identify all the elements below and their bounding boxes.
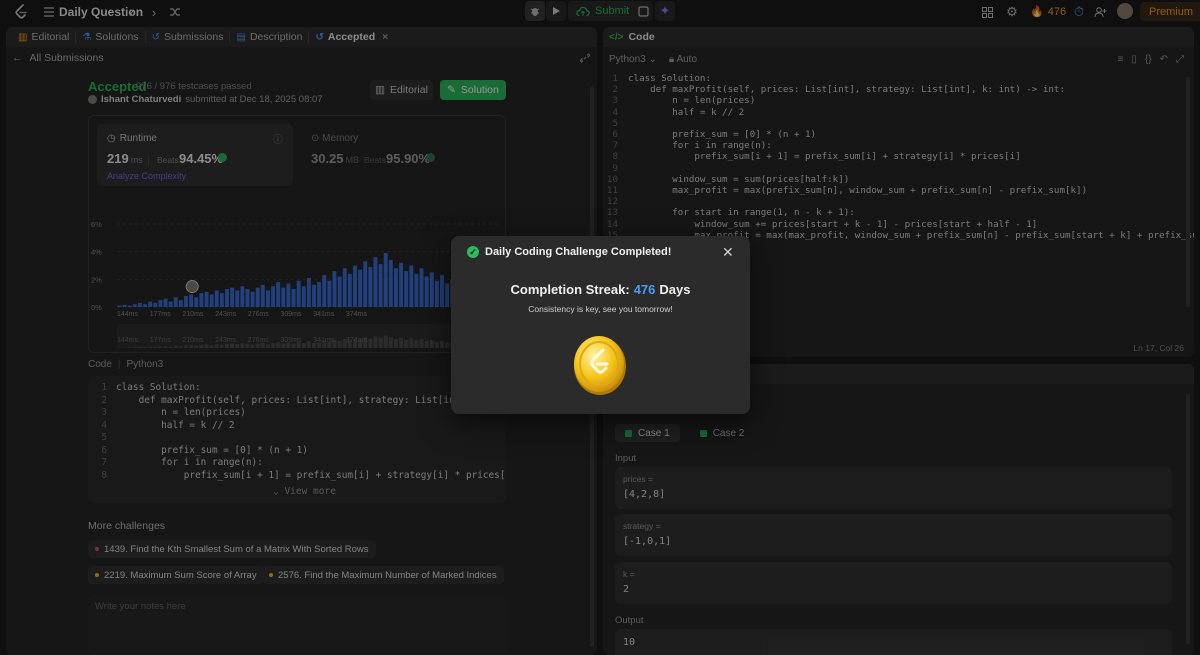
streak-count: 476 — [633, 282, 656, 297]
modal-message: Consistency is key, see you tomorrow! — [528, 304, 673, 314]
modal-title: Daily Coding Challenge Completed! — [485, 246, 672, 258]
close-icon[interactable]: ✕ — [722, 244, 734, 261]
app-root: Daily Question ‹ › Submit ✦ ⚙ 🔥 476 ⏱ Pr… — [0, 0, 1200, 655]
check-circle-icon: ✓ — [467, 246, 479, 258]
coin-badge-icon — [574, 336, 626, 395]
daily-challenge-modal: ✓ Daily Coding Challenge Completed! ✕ Co… — [451, 236, 750, 414]
completion-streak: Completion Streak: 476 Days — [510, 282, 691, 297]
